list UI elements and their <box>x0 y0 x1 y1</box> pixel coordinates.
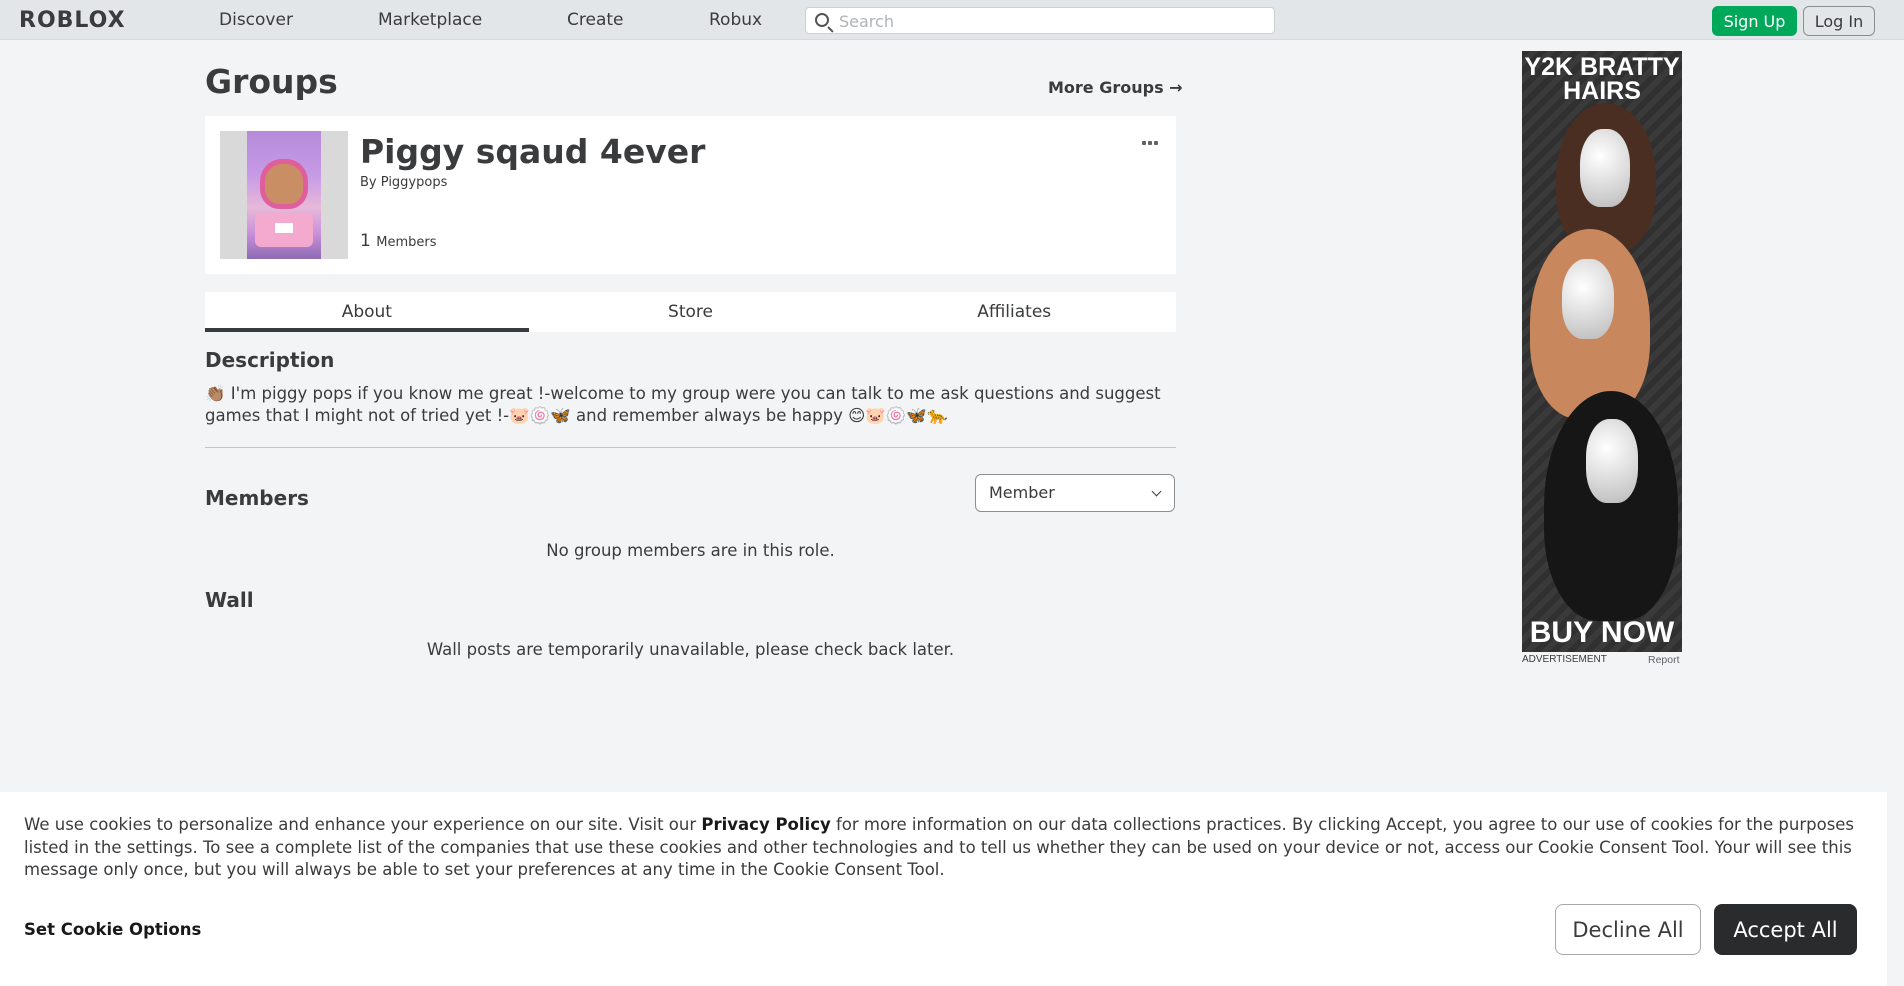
privacy-policy-link[interactable]: Privacy Policy <box>701 815 830 834</box>
ad-buy-now: BUY NOW <box>1529 616 1675 649</box>
roblox-logo[interactable]: ROBLOX <box>19 8 126 33</box>
accept-all-button[interactable]: Accept All <box>1714 904 1857 955</box>
decline-all-button[interactable]: Decline All <box>1555 904 1701 955</box>
tab-affiliates[interactable]: Affiliates <box>852 292 1176 332</box>
members-empty-message: No group members are in this role. <box>546 541 835 560</box>
top-navigation-bar: ROBLOX Discover Marketplace Create Robux… <box>0 0 1904 40</box>
set-cookie-options-link[interactable]: Set Cookie Options <box>24 920 201 939</box>
description-heading: Description <box>205 348 335 372</box>
tab-store[interactable]: Store <box>529 292 853 332</box>
chevron-down-icon <box>1151 486 1162 497</box>
nav-marketplace-link[interactable]: Marketplace <box>378 10 482 30</box>
member-count: 1 Members <box>360 231 436 251</box>
group-tabs: About Store Affiliates <box>205 292 1176 332</box>
wall-heading: Wall <box>205 588 254 612</box>
section-divider <box>205 447 1176 448</box>
search-box <box>805 7 1275 34</box>
owner-prefix: By <box>360 175 377 190</box>
log-in-button[interactable]: Log In <box>1803 6 1875 36</box>
sign-up-button[interactable]: Sign Up <box>1712 6 1797 36</box>
members-heading: Members <box>205 486 309 510</box>
advertisement-banner[interactable]: Y2K BRATTY HAIRS BUY NOW <box>1522 51 1682 652</box>
member-count-value: 1 <box>360 231 371 251</box>
member-count-label: Members <box>376 235 437 250</box>
ad-title: Y2K BRATTY HAIRS <box>1524 53 1680 105</box>
tab-about[interactable]: About <box>205 292 529 332</box>
group-owner-line: By Piggypops <box>360 175 447 190</box>
search-icon <box>815 13 829 27</box>
more-groups-link[interactable]: More Groups → <box>1048 78 1183 97</box>
cookie-consent-text: We use cookies to personalize and enhanc… <box>24 815 1855 879</box>
page-title: Groups <box>205 62 338 101</box>
group-emblem-image <box>220 131 348 259</box>
group-header-card: Piggy sqaud 4ever By Piggypops 1 Members <box>205 116 1176 274</box>
cookie-consent-banner: We use cookies to personalize and enhanc… <box>0 792 1887 986</box>
nav-discover-link[interactable]: Discover <box>219 10 293 30</box>
owner-link[interactable]: Piggypops <box>381 175 448 190</box>
search-input[interactable] <box>839 10 1259 32</box>
advertisement-label: ADVERTISEMENT <box>1522 654 1607 665</box>
role-dropdown-value: Member <box>989 483 1055 502</box>
role-dropdown[interactable]: Member <box>975 474 1175 512</box>
more-options-icon[interactable] <box>1142 130 1162 145</box>
nav-create-link[interactable]: Create <box>567 10 624 30</box>
nav-robux-link[interactable]: Robux <box>709 10 762 30</box>
ad-report-link[interactable]: Report <box>1648 654 1680 666</box>
wall-unavailable-message: Wall posts are temporarily unavailable, … <box>426 640 955 659</box>
group-name: Piggy sqaud 4ever <box>360 132 706 171</box>
group-description: 👏🏽 I'm piggy pops if you know me great !… <box>205 384 1161 425</box>
